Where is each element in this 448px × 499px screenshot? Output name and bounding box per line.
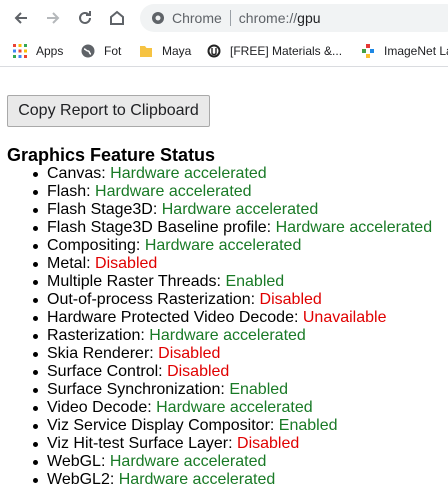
feature-status: Hardware accelerated bbox=[149, 327, 306, 344]
site-info-icon[interactable] bbox=[150, 10, 166, 26]
feature-name: Hardware Protected Video Decode: bbox=[47, 309, 299, 326]
feature-name: Rasterization: bbox=[47, 327, 145, 344]
feature-status: Hardware accelerated bbox=[95, 183, 252, 200]
feature-status: Disabled bbox=[158, 345, 221, 362]
feature-name: Skia Renderer: bbox=[47, 345, 154, 362]
url-scheme: chrome:// bbox=[238, 10, 298, 26]
feature-name: Viz Hit-test Surface Layer: bbox=[47, 435, 233, 452]
feature-status: Disabled bbox=[237, 435, 300, 452]
feature-status: Disabled bbox=[259, 291, 322, 308]
bookmark-free-materials[interactable]: [FREE] Materials &... bbox=[206, 42, 342, 60]
feature-item: Surface Synchronization: Enabled bbox=[32, 381, 432, 399]
bookmark-label: ImageNet La bbox=[384, 44, 448, 58]
forward-button[interactable] bbox=[40, 5, 66, 31]
bookmark-label: Maya bbox=[162, 44, 192, 58]
bookmark-fot[interactable]: Fot bbox=[80, 42, 121, 60]
feature-item: Viz Hit-test Surface Layer: Disabled bbox=[32, 435, 432, 453]
page-content: Copy Report to Clipboard Graphics Featur… bbox=[0, 67, 448, 499]
feature-item: WebGL2: Hardware accelerated bbox=[32, 471, 432, 489]
feature-name: Multiple Raster Threads: bbox=[47, 273, 221, 290]
feature-status: Enabled bbox=[229, 381, 289, 398]
feature-name: Canvas: bbox=[47, 165, 106, 182]
feature-item: Viz Service Display Compositor: Enabled bbox=[32, 417, 432, 435]
feature-status: Hardware accelerated bbox=[275, 219, 433, 236]
bookmarks-bar: Apps Fot Maya [FREE] Materials &... Imag… bbox=[0, 36, 448, 67]
feature-name: Surface Control: bbox=[47, 363, 163, 380]
feature-name: Flash: bbox=[47, 183, 91, 200]
feature-name: WebGL2: bbox=[47, 471, 115, 488]
bookmark-label: [FREE] Materials &... bbox=[230, 44, 343, 58]
feature-item: Skia Renderer: Disabled bbox=[32, 345, 432, 363]
feature-name: Viz Service Display Compositor: bbox=[47, 417, 275, 434]
feature-name: Flash Stage3D Baseline profile: bbox=[47, 219, 272, 236]
feature-item: Flash: Hardware accelerated bbox=[32, 183, 432, 201]
bookmark-label: Fot bbox=[104, 44, 122, 58]
browser-toolbar: Chrome chrome://gpu bbox=[0, 0, 448, 36]
section-title: Graphics Feature Status bbox=[7, 145, 216, 165]
forward-arrow-icon bbox=[47, 12, 60, 24]
feature-status: Hardware accelerated bbox=[161, 201, 319, 218]
feature-status: Hardware accelerated bbox=[109, 453, 267, 470]
feature-status: Hardware accelerated bbox=[118, 471, 276, 488]
reload-icon bbox=[79, 11, 91, 24]
feature-name: Compositing: bbox=[47, 237, 141, 254]
feature-status: Unavailable bbox=[302, 309, 387, 326]
feature-item: Metal: Disabled bbox=[32, 255, 432, 273]
back-button[interactable] bbox=[8, 5, 34, 31]
omnibox-chip: Chrome bbox=[172, 10, 222, 26]
feature-item: Canvas: Hardware accelerated bbox=[32, 165, 432, 183]
feature-status: Enabled bbox=[225, 273, 285, 290]
imagenet-logo-icon bbox=[360, 43, 376, 59]
back-arrow-icon bbox=[14, 12, 27, 24]
apps-grid-icon bbox=[12, 43, 28, 59]
feature-item: Video Decode: Hardware accelerated bbox=[32, 399, 432, 417]
omnibox-divider bbox=[229, 10, 231, 26]
bookmark-maya[interactable]: Maya bbox=[138, 42, 191, 60]
feature-item: Flash Stage3D Baseline profile: Hardware… bbox=[32, 219, 433, 237]
unreal-logo-icon bbox=[206, 43, 222, 59]
address-bar[interactable]: Chrome chrome://gpu bbox=[140, 4, 448, 32]
feature-status: Disabled bbox=[95, 255, 158, 272]
reload-button[interactable] bbox=[72, 5, 98, 31]
feature-item: Out-of-process Rasterization: Disabled bbox=[32, 291, 432, 309]
home-button[interactable] bbox=[104, 5, 130, 31]
home-icon bbox=[110, 10, 124, 25]
feature-item: Compositing: Hardware accelerated bbox=[32, 237, 432, 255]
feature-status-list: Canvas: Hardware accelerated Flash: Hardw… bbox=[32, 165, 433, 489]
url-host: gpu bbox=[297, 10, 321, 26]
feature-name: Surface Synchronization: bbox=[47, 381, 225, 398]
feature-item: Surface Control: Disabled bbox=[32, 363, 432, 381]
bookmark-label: Apps bbox=[36, 44, 64, 58]
feature-name: Metal: bbox=[47, 255, 91, 272]
omnibox-url: chrome://gpu bbox=[239, 10, 321, 26]
folder-icon bbox=[138, 43, 154, 59]
feature-status: Disabled bbox=[167, 363, 230, 380]
feature-status: Hardware accelerated bbox=[144, 237, 302, 254]
copy-report-button[interactable]: Copy Report to Clipboard bbox=[7, 95, 210, 127]
feature-status: Enabled bbox=[278, 417, 338, 434]
globe-icon bbox=[80, 43, 96, 59]
feature-item: Rasterization: Hardware accelerated bbox=[32, 327, 432, 345]
bookmark-apps[interactable]: Apps bbox=[12, 42, 63, 60]
feature-item: Hardware Protected Video Decode: Unavail… bbox=[32, 309, 432, 327]
feature-item: WebGL: Hardware accelerated bbox=[32, 453, 432, 471]
feature-name: WebGL: bbox=[47, 453, 106, 470]
feature-item: Multiple Raster Threads: Enabled bbox=[32, 273, 432, 291]
feature-name: Out-of-process Rasterization: bbox=[47, 291, 256, 308]
feature-name: Flash Stage3D: bbox=[47, 201, 158, 218]
feature-status: Hardware accelerated bbox=[156, 399, 313, 416]
bookmark-imagenet[interactable]: ImageNet La bbox=[360, 42, 448, 60]
feature-status: Hardware accelerated bbox=[110, 165, 267, 182]
feature-name: Video Decode: bbox=[47, 399, 152, 416]
feature-item: Flash Stage3D: Hardware accelerated bbox=[32, 201, 432, 219]
